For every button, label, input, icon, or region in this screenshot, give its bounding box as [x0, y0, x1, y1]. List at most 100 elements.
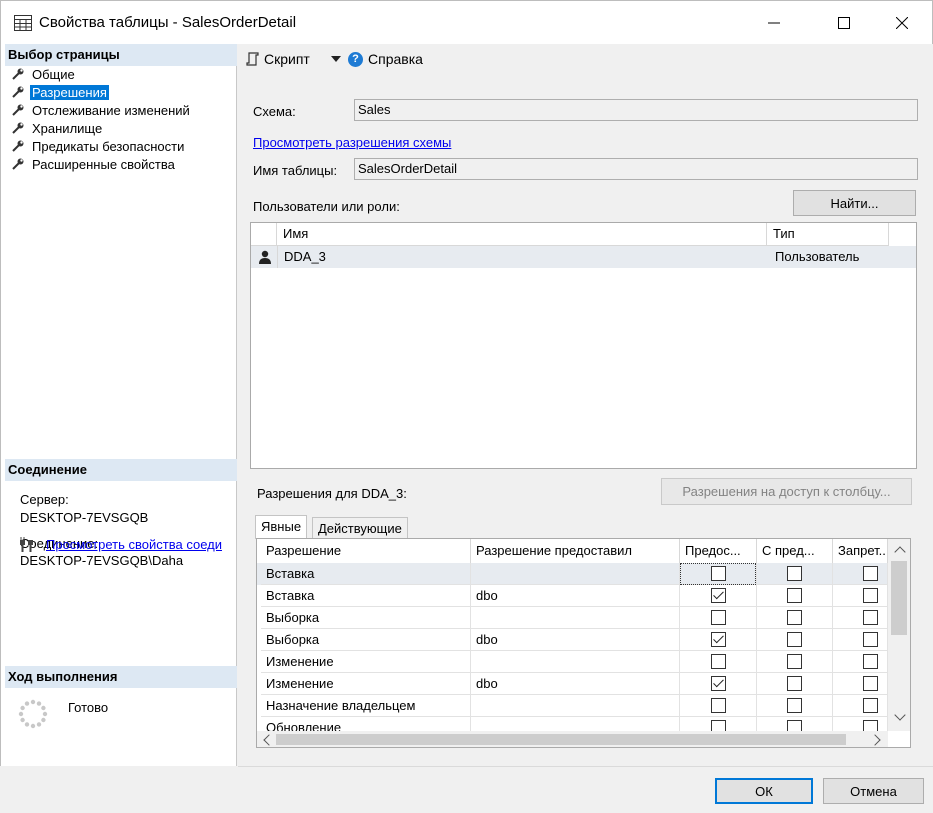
script-icon	[246, 52, 259, 66]
user-type-cell: Пользователь	[775, 249, 860, 264]
maximize-button[interactable]	[821, 1, 867, 45]
with-grant-checkbox[interactable]	[787, 566, 802, 581]
with-grant-checkbox[interactable]	[787, 654, 802, 669]
schema-field[interactable]: Sales	[354, 99, 918, 121]
progress-header: Ход выполнения	[5, 666, 237, 688]
page-item-change-tracking[interactable]: Отслеживание изменений	[11, 101, 192, 119]
permission-cell: Изменение	[261, 673, 471, 695]
page-item-storage[interactable]: Хранилище	[11, 119, 104, 137]
column-header-permission[interactable]: Разрешение	[261, 539, 471, 563]
scroll-left-icon[interactable]	[263, 734, 275, 746]
column-header-grantor[interactable]: Разрешение предоставил	[471, 539, 680, 563]
minimize-button[interactable]	[751, 1, 797, 45]
permission-cell: Выборка	[261, 629, 471, 651]
deny-cell	[833, 585, 888, 607]
grantor-cell: dbo	[471, 673, 680, 695]
close-button[interactable]	[879, 1, 925, 45]
grant-checkbox[interactable]	[711, 698, 726, 713]
progress-status: Готово	[68, 700, 109, 715]
deny-checkbox[interactable]	[863, 698, 878, 713]
column-header-deny[interactable]: Запрет...	[833, 539, 888, 563]
grantor-cell	[471, 695, 680, 717]
find-button[interactable]: Найти...	[793, 190, 916, 216]
permission-cell: Вставка	[261, 585, 471, 607]
column-permissions-button[interactable]: Разрешения на доступ к столбцу...	[661, 478, 912, 505]
table-row[interactable]: Назначение владельцем	[257, 695, 888, 717]
wrench-icon	[12, 158, 24, 170]
progress-spinner-icon	[18, 699, 48, 729]
grant-checkbox[interactable]	[711, 676, 726, 691]
wrench-icon	[12, 122, 24, 134]
horizontal-scroll-thumb[interactable]	[276, 734, 846, 745]
schema-label: Схема:	[253, 104, 296, 119]
deny-cell	[833, 563, 888, 585]
page-item-extended-properties[interactable]: Расширенные свойства	[11, 155, 177, 173]
connection-value: DESKTOP-7EVSGQB\Daha	[20, 553, 184, 568]
help-button[interactable]: Справка	[368, 51, 423, 67]
script-dropdown-icon[interactable]	[331, 56, 341, 62]
table-row[interactable]: Выборка	[257, 607, 888, 629]
tab-explicit[interactable]: Явные	[255, 515, 308, 539]
column-header-name[interactable]: Имя	[277, 223, 767, 246]
with-grant-checkbox[interactable]	[787, 610, 802, 625]
horizontal-scrollbar[interactable]	[257, 731, 888, 747]
table-row[interactable]: Изменение dbo	[257, 673, 888, 695]
grant-checkbox[interactable]	[711, 610, 726, 625]
page-item-general[interactable]: Общие	[11, 65, 77, 83]
column-header-with-grant[interactable]: С пред...	[757, 539, 833, 563]
table-row[interactable]: Изменение	[257, 651, 888, 673]
with-grant-checkbox[interactable]	[787, 676, 802, 691]
left-panel: Выбор страницы Общие Разрешения Отслежив…	[0, 44, 237, 766]
deny-checkbox[interactable]	[863, 654, 878, 669]
cancel-button[interactable]: Отмена	[823, 778, 924, 804]
user-name-cell: DDA_3	[284, 249, 326, 264]
deny-checkbox[interactable]	[863, 632, 878, 647]
table-row[interactable]: DDA_3 Пользователь	[251, 246, 916, 268]
page-item-label: Отслеживание изменений	[32, 102, 190, 118]
server-label: Сервер:	[20, 492, 69, 507]
table-row[interactable]: Выборка dbo	[257, 629, 888, 651]
deny-cell	[833, 629, 888, 651]
table-name-label: Имя таблицы:	[253, 163, 338, 178]
table-row[interactable]: Вставка	[257, 563, 888, 585]
scroll-up-icon[interactable]	[894, 546, 906, 558]
with-grant-checkbox[interactable]	[787, 632, 802, 647]
deny-cell	[833, 607, 888, 629]
grant-checkbox[interactable]	[711, 654, 726, 669]
grant-checkbox[interactable]	[711, 632, 726, 647]
window-title: Свойства таблицы - SalesOrderDetail	[39, 14, 297, 31]
user-icon	[259, 250, 271, 264]
page-item-permissions[interactable]: Разрешения	[11, 83, 109, 101]
grant-checkbox[interactable]	[711, 588, 726, 603]
page-item-security-predicates[interactable]: Предикаты безопасности	[11, 137, 186, 155]
vertical-scroll-thumb[interactable]	[891, 561, 907, 635]
deny-checkbox[interactable]	[863, 676, 878, 691]
deny-cell	[833, 695, 888, 717]
deny-checkbox[interactable]	[863, 610, 878, 625]
wrench-icon	[12, 86, 24, 98]
view-schema-permissions-link[interactable]: Просмотреть разрешения схемы	[253, 135, 451, 150]
table-row[interactable]: Вставка dbo	[257, 585, 888, 607]
with-grant-checkbox[interactable]	[787, 698, 802, 713]
permissions-grid[interactable]: Разрешение Разрешение предоставил Предос…	[256, 538, 911, 748]
script-button[interactable]: Скрипт	[264, 51, 310, 67]
scroll-right-icon[interactable]	[869, 734, 881, 746]
help-icon: ?	[348, 52, 363, 67]
permission-cell: Назначение владельцем	[261, 695, 471, 717]
ok-button[interactable]: ОК	[715, 778, 813, 804]
tab-effective[interactable]: Действующие	[312, 517, 408, 539]
column-header-grant[interactable]: Предос...	[680, 539, 757, 563]
view-connection-properties-link[interactable]: Просмотреть свойства соеди	[46, 537, 236, 552]
deny-checkbox[interactable]	[863, 566, 878, 581]
row-header-column	[251, 223, 277, 246]
with-grant-checkbox[interactable]	[787, 588, 802, 603]
users-grid[interactable]: Имя Тип DDA_3 Пользователь	[250, 222, 917, 469]
wrench-icon	[12, 104, 24, 116]
deny-checkbox[interactable]	[863, 588, 878, 603]
column-header-type[interactable]: Тип	[767, 223, 889, 246]
vertical-scrollbar[interactable]	[888, 539, 910, 731]
grantor-cell	[471, 651, 680, 673]
table-name-field[interactable]: SalesOrderDetail	[354, 158, 918, 180]
scroll-down-icon[interactable]	[894, 709, 906, 721]
page-item-label: Разрешения	[30, 84, 109, 100]
